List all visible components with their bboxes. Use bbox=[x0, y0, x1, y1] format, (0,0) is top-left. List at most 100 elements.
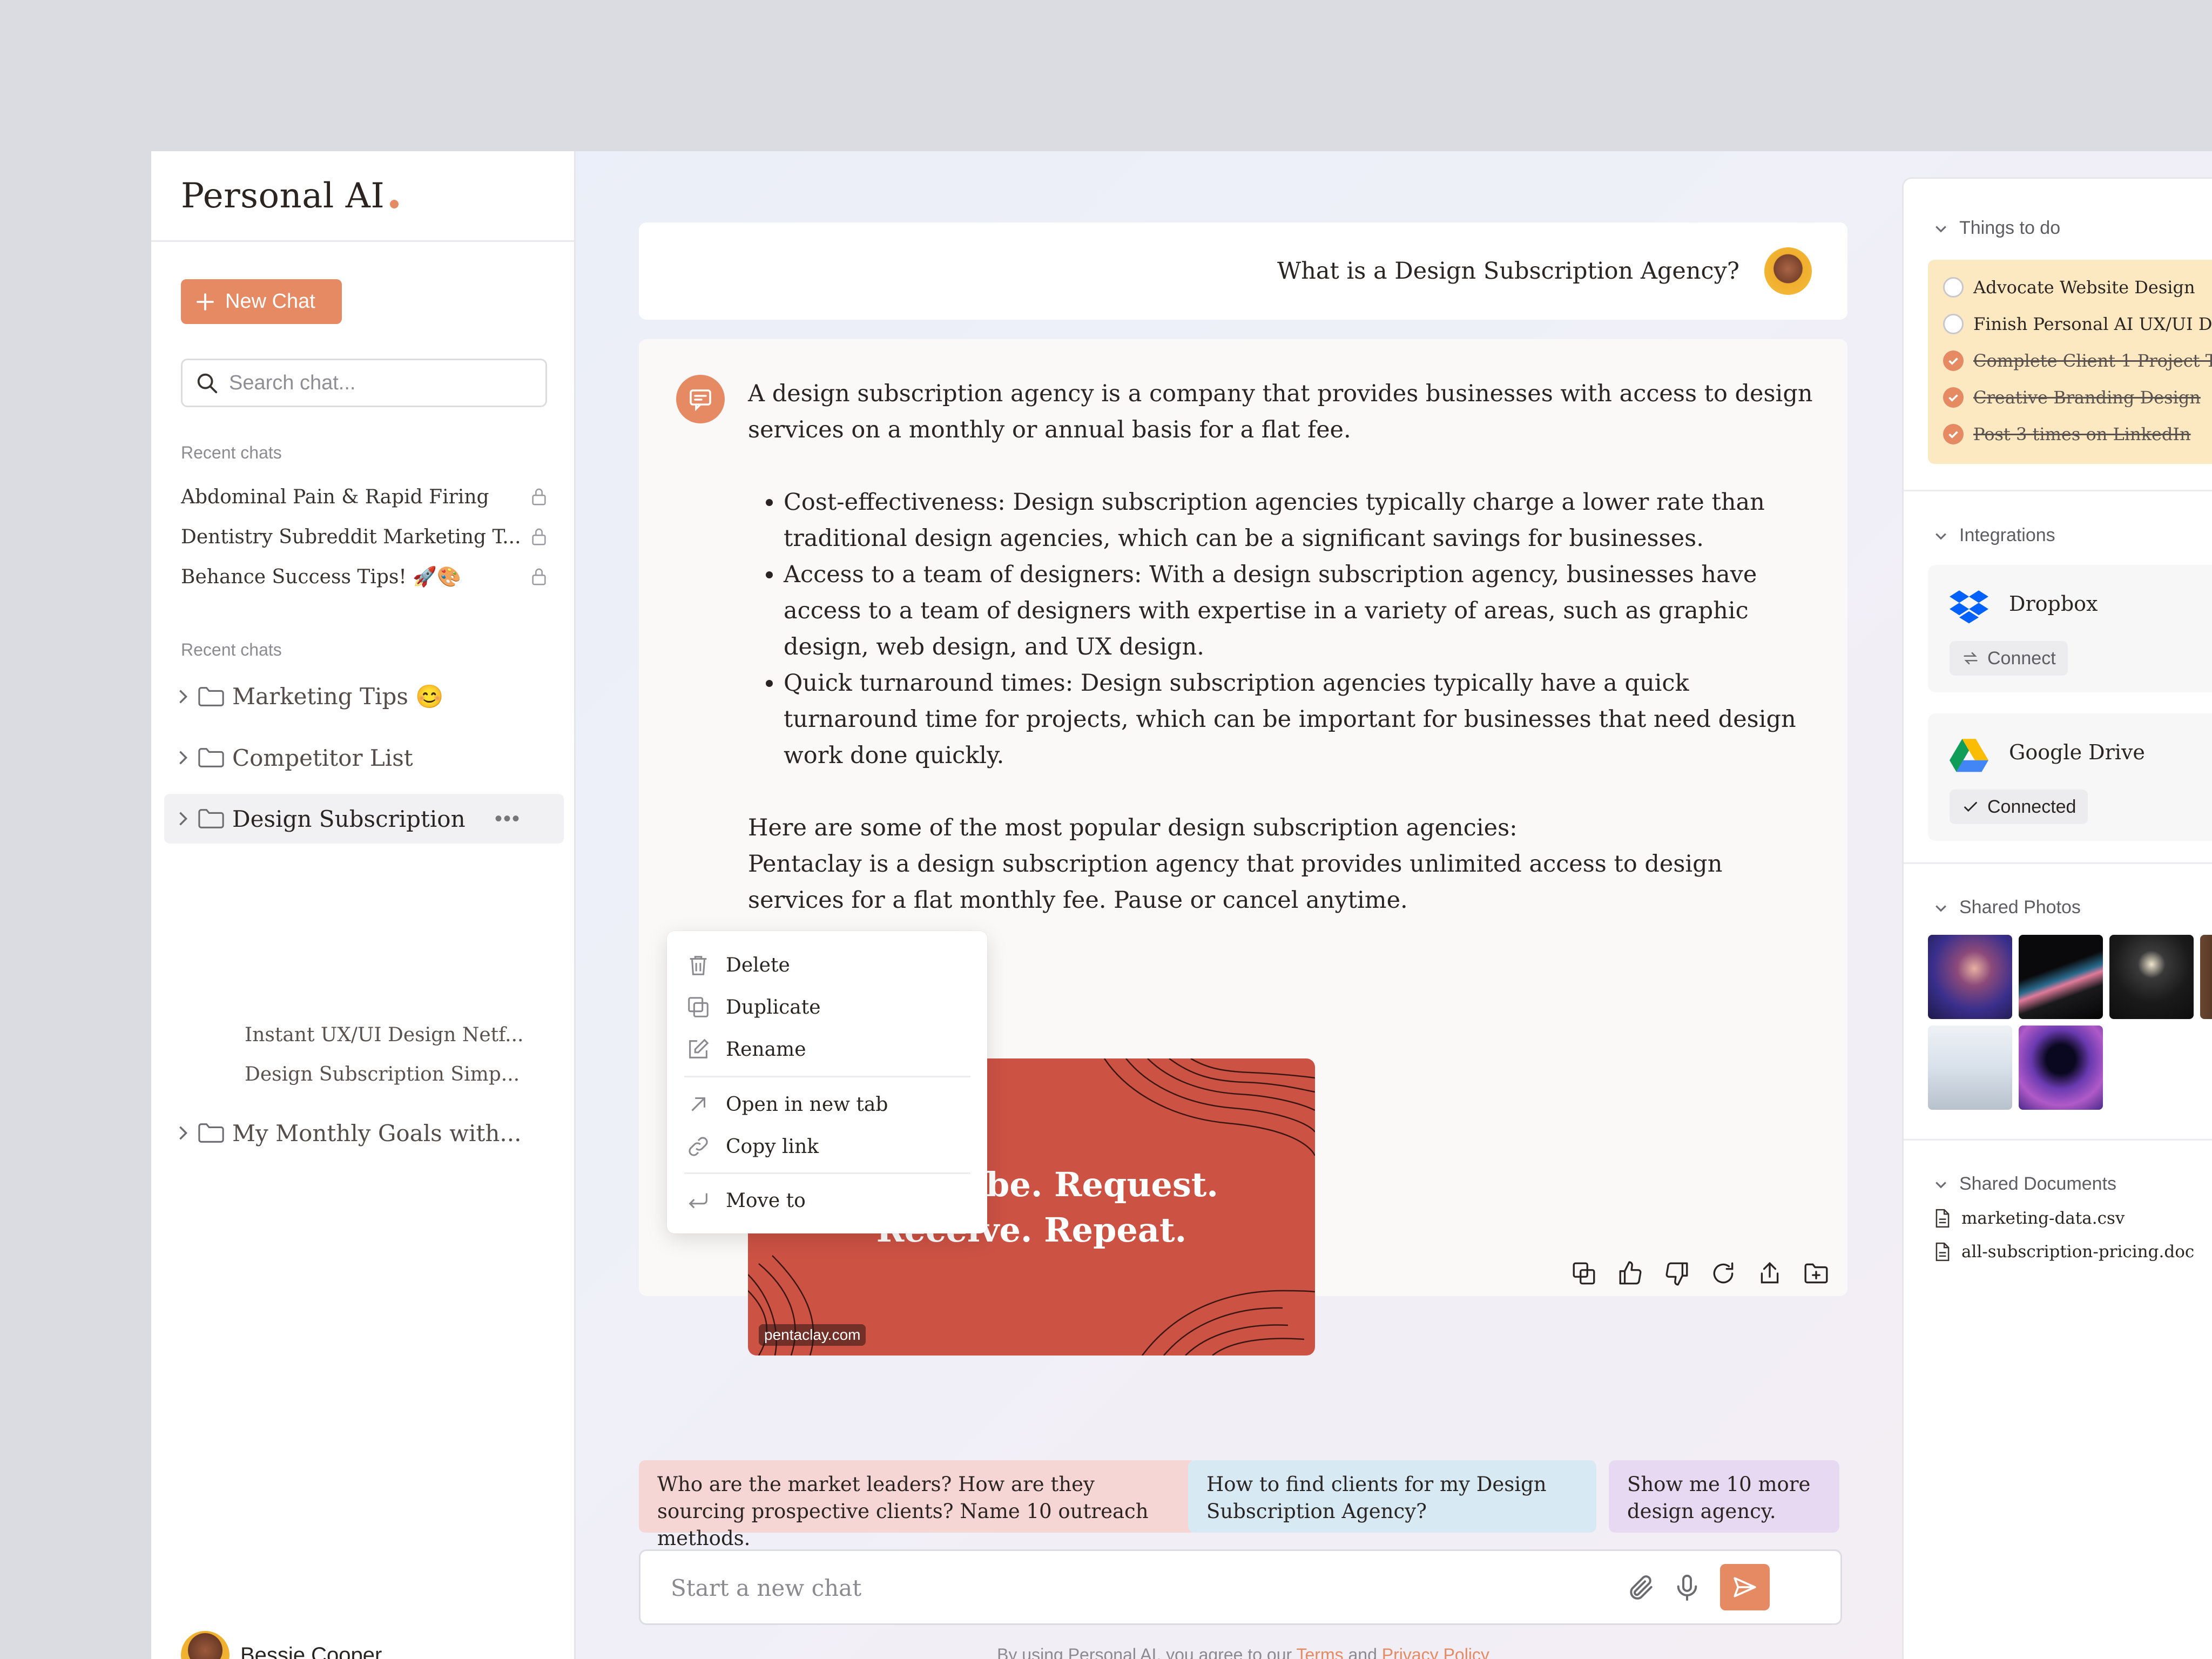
menu-label: Open in new tab bbox=[726, 1093, 888, 1116]
connect-button[interactable]: Connect bbox=[1950, 641, 2068, 676]
recent-chat-label: Abdominal Pain & Rapid Firing bbox=[181, 485, 489, 508]
menu-item-rename[interactable]: Rename bbox=[686, 1037, 806, 1062]
suggestion-chip[interactable]: How to find clients for my Design Subscr… bbox=[1188, 1460, 1596, 1533]
shared-document[interactable]: all-subscription-pricing.doc bbox=[1933, 1242, 2194, 1262]
todo-checkbox-checked[interactable] bbox=[1943, 387, 1964, 408]
terms-link[interactable]: Terms bbox=[1296, 1645, 1343, 1659]
folder-icon bbox=[198, 1123, 224, 1143]
shared-photo[interactable] bbox=[1928, 1026, 2012, 1110]
menu-item-duplicate[interactable]: Duplicate bbox=[686, 995, 821, 1020]
menu-label: Copy link bbox=[726, 1135, 819, 1158]
answer-body: A design subscription agency is a compan… bbox=[748, 376, 1823, 919]
folder-label: Competitor List bbox=[232, 744, 413, 771]
sidebar: Personal AI New Chat Search chat... Rece… bbox=[151, 151, 576, 1659]
right-panel: Things to do Advocate Website Design Fin… bbox=[1902, 177, 2212, 1659]
menu-divider bbox=[684, 1076, 970, 1077]
todo-checkbox[interactable] bbox=[1943, 314, 1964, 334]
menu-item-open-new-tab[interactable]: Open in new tab bbox=[686, 1092, 888, 1117]
todo-item[interactable]: Advocate Website Design bbox=[1943, 277, 2195, 298]
shared-photo[interactable] bbox=[2109, 935, 2194, 1019]
todo-item[interactable]: Post 3 times on LinkedIn bbox=[1943, 424, 2191, 444]
folder-item[interactable]: Marketing Tips 😊 bbox=[164, 672, 564, 721]
menu-label: Duplicate bbox=[726, 996, 821, 1019]
shared-document[interactable]: marketing-data.csv bbox=[1933, 1208, 2125, 1229]
send-button[interactable] bbox=[1720, 1564, 1770, 1610]
menu-label: Rename bbox=[726, 1038, 806, 1061]
connected-button[interactable]: Connected bbox=[1950, 790, 2088, 824]
search-placeholder: Search chat... bbox=[229, 371, 356, 394]
dropbox-icon bbox=[1950, 590, 1988, 624]
app-title: Personal AI bbox=[181, 176, 385, 216]
todo-label: Creative Branding Design bbox=[1973, 387, 2201, 408]
shared-photo[interactable] bbox=[2019, 1026, 2103, 1110]
paperclip-icon[interactable] bbox=[1626, 1573, 1656, 1603]
things-to-do-header[interactable]: Things to do bbox=[1933, 218, 2060, 239]
folder-icon bbox=[198, 748, 224, 767]
folder-item[interactable]: My Monthly Goals with... bbox=[164, 1108, 564, 1158]
section-title: Shared Documents bbox=[1959, 1174, 2117, 1194]
chevron-down-icon bbox=[1936, 905, 1946, 912]
thumbs-down-icon[interactable] bbox=[1663, 1260, 1690, 1287]
folder-item-active[interactable]: Design Subscription ••• bbox=[164, 794, 564, 844]
duplicate-icon bbox=[688, 997, 709, 1017]
chat-input-placeholder: Start a new chat bbox=[671, 1575, 862, 1601]
refresh-icon[interactable] bbox=[1710, 1260, 1737, 1287]
folder-item[interactable]: Competitor List bbox=[164, 733, 564, 783]
shared-documents-header[interactable]: Shared Documents bbox=[1933, 1174, 2116, 1195]
legal-notice: By using Personal AI, you agree to our T… bbox=[639, 1645, 1847, 1659]
todo-label: Post 3 times on LinkedIn bbox=[1973, 424, 2191, 444]
todo-checkbox[interactable] bbox=[1943, 277, 1964, 298]
chevron-right-icon bbox=[179, 751, 188, 765]
todo-item[interactable]: Creative Branding Design bbox=[1943, 387, 2201, 408]
check-icon bbox=[1948, 431, 1958, 439]
suggestion-chip[interactable]: Who are the market leaders? How are they… bbox=[639, 1460, 1197, 1550]
menu-item-copy-link[interactable]: Copy link bbox=[686, 1134, 819, 1159]
question-text: What is a Design Subscription Agency? bbox=[1277, 258, 1739, 285]
todo-checkbox-checked[interactable] bbox=[1943, 350, 1964, 371]
chevron-right-icon bbox=[179, 690, 188, 704]
todo-checkbox-checked[interactable] bbox=[1943, 424, 1964, 444]
folder-sub-item[interactable]: Design Subscription Simp... bbox=[245, 1063, 520, 1085]
search-icon bbox=[197, 373, 218, 394]
brand-dot bbox=[390, 199, 399, 208]
user-avatar bbox=[1764, 247, 1812, 295]
user-profile[interactable]: Bessie Cooper bbox=[181, 1631, 382, 1659]
recent-chat-item[interactable]: Dentistry Subreddit Marketing T... bbox=[181, 521, 548, 553]
brand: Personal AI bbox=[151, 151, 574, 242]
section-title: Things to do bbox=[1959, 218, 2061, 238]
search-input[interactable]: Search chat... bbox=[181, 359, 547, 407]
chevron-right-icon bbox=[179, 1126, 188, 1140]
shared-photo[interactable] bbox=[2200, 935, 2212, 1019]
menu-label: Delete bbox=[726, 954, 790, 976]
todo-item[interactable]: Complete Client 1 Project Todo bbox=[1943, 350, 2212, 371]
new-chat-button[interactable]: New Chat bbox=[181, 279, 342, 324]
pencil-icon bbox=[689, 1038, 709, 1058]
suggestion-chip[interactable]: Show me 10 more design agency. bbox=[1609, 1460, 1839, 1533]
folder-add-icon[interactable] bbox=[1803, 1260, 1830, 1287]
shared-photo[interactable] bbox=[2019, 935, 2103, 1019]
integration-card-dropbox: Dropbox Connect bbox=[1928, 565, 2212, 692]
integration-name: Dropbox bbox=[2009, 592, 2098, 616]
check-icon bbox=[1948, 358, 1958, 365]
folder-sub-item[interactable]: Instant UX/UI Design Netf... bbox=[245, 1024, 523, 1046]
recent-chat-item[interactable]: Behance Success Tips! 🚀🎨 bbox=[181, 561, 548, 593]
answer-bullets: Cost-effectiveness: Design subscription … bbox=[748, 484, 1823, 774]
share-icon[interactable] bbox=[1756, 1260, 1783, 1287]
todo-label: Complete Client 1 Project Todo bbox=[1973, 350, 2212, 371]
more-options-button[interactable]: ••• bbox=[495, 807, 521, 831]
copy-icon[interactable] bbox=[1570, 1260, 1597, 1287]
menu-item-move-to[interactable]: Move to bbox=[686, 1188, 806, 1213]
integrations-header[interactable]: Integrations bbox=[1933, 525, 2055, 546]
thumbs-up-icon[interactable] bbox=[1617, 1260, 1644, 1287]
shared-photo[interactable] bbox=[1928, 935, 2012, 1019]
folder-label: Marketing Tips 😊 bbox=[232, 683, 444, 710]
chat-input[interactable]: Start a new chat bbox=[639, 1549, 1842, 1625]
integration-card-google-drive: Google Drive Connected bbox=[1928, 713, 2212, 841]
answer-intro: A design subscription agency is a compan… bbox=[748, 380, 1813, 443]
privacy-link[interactable]: Privacy Policy bbox=[1382, 1645, 1489, 1659]
recent-chat-item[interactable]: Abdominal Pain & Rapid Firing bbox=[181, 481, 548, 513]
shared-photos-header[interactable]: Shared Photos bbox=[1933, 897, 2081, 918]
menu-item-delete[interactable]: Delete bbox=[686, 953, 790, 977]
microphone-icon[interactable] bbox=[1672, 1573, 1702, 1603]
todo-item[interactable]: Finish Personal AI UX/UI Design bbox=[1943, 314, 2212, 334]
